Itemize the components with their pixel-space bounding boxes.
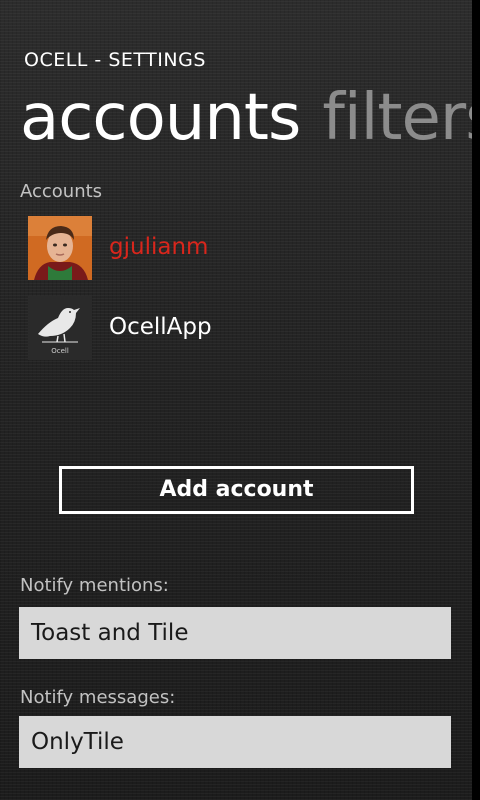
pivot-tab-accounts[interactable]: accounts bbox=[20, 81, 301, 155]
accounts-section-label: Accounts bbox=[20, 181, 103, 202]
account-item-ocellapp[interactable]: Ocell OcellApp bbox=[28, 296, 448, 360]
edge-strip bbox=[472, 0, 480, 800]
logo-text: Ocell bbox=[51, 347, 69, 355]
notify-messages-label: Notify messages: bbox=[20, 687, 176, 708]
settings-screen: OCELL - SETTINGS accounts filters Account… bbox=[0, 0, 472, 800]
ocell-bird-logo-icon: Ocell bbox=[28, 296, 92, 360]
account-item-gjulianm[interactable]: gjulianm bbox=[28, 216, 448, 280]
notify-mentions-picker[interactable]: Toast and Tile bbox=[19, 607, 451, 659]
account-name: OcellApp bbox=[109, 314, 212, 340]
app-title: OCELL - SETTINGS bbox=[24, 49, 206, 71]
pivot-header: accounts filters bbox=[20, 78, 472, 158]
notify-mentions-label: Notify mentions: bbox=[20, 575, 169, 596]
add-account-button[interactable]: Add account bbox=[59, 466, 414, 514]
pivot-tab-filters[interactable]: filters bbox=[322, 81, 472, 155]
notify-messages-picker[interactable]: OnlyTile bbox=[19, 716, 451, 768]
account-name: gjulianm bbox=[109, 234, 209, 260]
user-photo-avatar bbox=[28, 216, 92, 280]
